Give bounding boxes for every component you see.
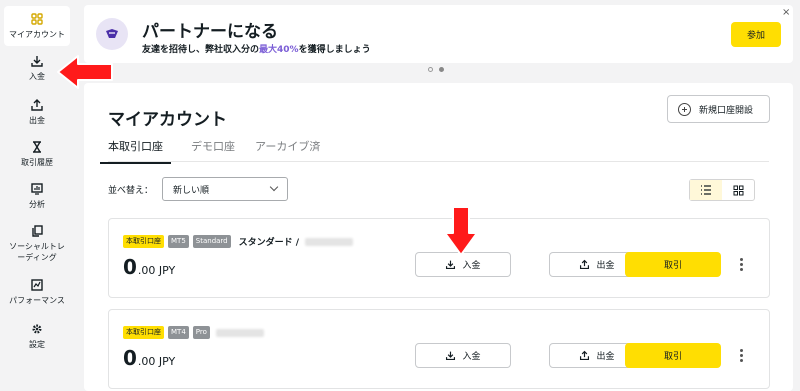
sidebar-item-social-trading[interactable]: ソーシャルトレーディング bbox=[4, 220, 70, 266]
partner-banner: パートナーになる 友達を招待し、弊社収入分の最大40%を獲得しましょう 参加 × bbox=[84, 5, 793, 63]
sidebar-item-settings[interactable]: 設定 bbox=[4, 318, 70, 354]
sidebar-item-label: 入金 bbox=[29, 72, 45, 81]
sidebar-item-label: 設定 bbox=[29, 340, 45, 349]
tabs-divider bbox=[108, 161, 769, 162]
deposit-label: 入金 bbox=[462, 352, 481, 362]
balance-decimal: .00 JPY bbox=[137, 355, 176, 368]
partner-logo-icon bbox=[96, 18, 128, 50]
banner-subtitle-prefix: 友達を招待し、弊社収入分の bbox=[142, 45, 260, 55]
balance-integer: 0 bbox=[123, 346, 137, 370]
banner-subtitle: 友達を招待し、弊社収入分の最大40%を獲得しましょう bbox=[142, 42, 371, 55]
list-view-button[interactable] bbox=[690, 180, 722, 200]
deposit-button[interactable]: 入金 bbox=[415, 343, 511, 368]
sidebar-item-analytics[interactable]: 分析 bbox=[4, 178, 70, 214]
withdraw-label: 出金 bbox=[596, 261, 615, 271]
sidebar-item-label: パフォーマンス bbox=[9, 296, 65, 305]
copy-icon bbox=[32, 224, 43, 237]
account-balance: 0 .00 JPY bbox=[123, 346, 175, 370]
hourglass-icon bbox=[33, 141, 41, 153]
account-card: 本取引口座 MT5 Standard スタンダード / 0 .00 JPY 入金… bbox=[108, 218, 770, 298]
annotation-arrow-down-icon bbox=[444, 206, 478, 256]
redacted-account-number bbox=[215, 328, 264, 337]
performance-icon bbox=[31, 279, 43, 291]
trade-button[interactable]: 取引 bbox=[625, 252, 721, 277]
more-options-icon[interactable] bbox=[739, 349, 743, 362]
account-card: 本取引口座 MT4 Pro 0 .00 JPY 入金 出金 取引 bbox=[108, 309, 770, 389]
plus-circle-icon bbox=[678, 102, 691, 116]
sort-value: 新しい順 bbox=[173, 185, 210, 196]
type-badge: Standard bbox=[192, 235, 231, 248]
grid-view-button[interactable] bbox=[722, 180, 754, 200]
new-account-label: 新規口座開設 bbox=[699, 105, 754, 116]
banner-subtitle-suffix: を獲得しましょう bbox=[298, 45, 371, 55]
annotation-arrow-left-icon bbox=[57, 55, 113, 89]
banner-title: パートナーになる bbox=[142, 22, 278, 42]
redacted-account-number bbox=[305, 237, 354, 246]
close-icon[interactable]: × bbox=[782, 7, 790, 18]
sort-label: 並べ替え： bbox=[108, 186, 154, 196]
carousel-dots bbox=[428, 67, 444, 72]
platform-badge: MT4 bbox=[168, 326, 189, 339]
tab-demo[interactable]: デモ口座 bbox=[191, 135, 235, 164]
balance-decimal: .00 JPY bbox=[137, 264, 176, 277]
account-tabs: 本取引口座 デモ口座 アーカイブ済 bbox=[100, 135, 340, 164]
sort-select[interactable]: 新しい順 bbox=[162, 177, 288, 201]
list-icon bbox=[701, 185, 711, 195]
type-badge: Pro bbox=[192, 326, 210, 339]
sidebar-item-label: ソーシャルトレーディング bbox=[9, 241, 65, 262]
grid-view-icon bbox=[733, 185, 743, 195]
deposit-label: 入金 bbox=[462, 261, 481, 271]
sidebar-item-performance[interactable]: パフォーマンス bbox=[4, 274, 70, 310]
carousel-dot-active[interactable] bbox=[439, 67, 444, 72]
banner-subtitle-highlight: 最大40% bbox=[259, 45, 299, 55]
account-badges: 本取引口座 MT5 Standard スタンダード / bbox=[123, 235, 354, 248]
tab-archived[interactable]: アーカイブ済 bbox=[255, 135, 320, 164]
gear-icon bbox=[32, 324, 42, 334]
carousel-dot[interactable] bbox=[428, 67, 433, 72]
sidebar-item-history[interactable]: 取引履歴 bbox=[4, 136, 70, 172]
upload-icon bbox=[580, 259, 590, 270]
balance-integer: 0 bbox=[123, 255, 137, 279]
join-button[interactable]: 参加 bbox=[731, 22, 781, 47]
sidebar-item-label: 出金 bbox=[29, 116, 45, 125]
more-options-icon[interactable] bbox=[739, 258, 743, 271]
sidebar-item-label: 取引履歴 bbox=[21, 158, 53, 167]
page-title: マイアカウント bbox=[108, 110, 227, 130]
sidebar-item-withdraw[interactable]: 出金 bbox=[4, 94, 70, 130]
view-toggle bbox=[689, 179, 755, 201]
sidebar-item-label: マイアカウント bbox=[9, 30, 65, 39]
chevron-down-icon bbox=[269, 182, 279, 192]
account-balance: 0 .00 JPY bbox=[123, 255, 175, 279]
upload-icon bbox=[31, 99, 43, 111]
grid-icon bbox=[31, 13, 43, 25]
platform-badge: MT5 bbox=[168, 235, 189, 248]
trade-button[interactable]: 取引 bbox=[625, 343, 721, 368]
status-badge: 本取引口座 bbox=[123, 326, 164, 339]
status-badge: 本取引口座 bbox=[123, 235, 164, 248]
new-account-button[interactable]: 新規口座開設 bbox=[667, 95, 770, 123]
sidebar-item-my-account[interactable]: マイアカウント bbox=[4, 6, 70, 46]
tab-real[interactable]: 本取引口座 bbox=[100, 135, 171, 164]
upload-icon bbox=[580, 350, 590, 361]
withdraw-label: 出金 bbox=[596, 352, 615, 362]
sidebar-item-label: 分析 bbox=[29, 200, 45, 209]
download-icon bbox=[446, 260, 456, 270]
download-icon bbox=[31, 56, 43, 67]
chart-icon bbox=[31, 183, 43, 195]
download-icon bbox=[446, 351, 456, 361]
accounts-panel: マイアカウント 新規口座開設 本取引口座 デモ口座 アーカイブ済 並べ替え： 新… bbox=[84, 83, 793, 391]
account-name: スタンダード / bbox=[238, 238, 300, 248]
account-badges: 本取引口座 MT4 Pro bbox=[123, 326, 264, 339]
